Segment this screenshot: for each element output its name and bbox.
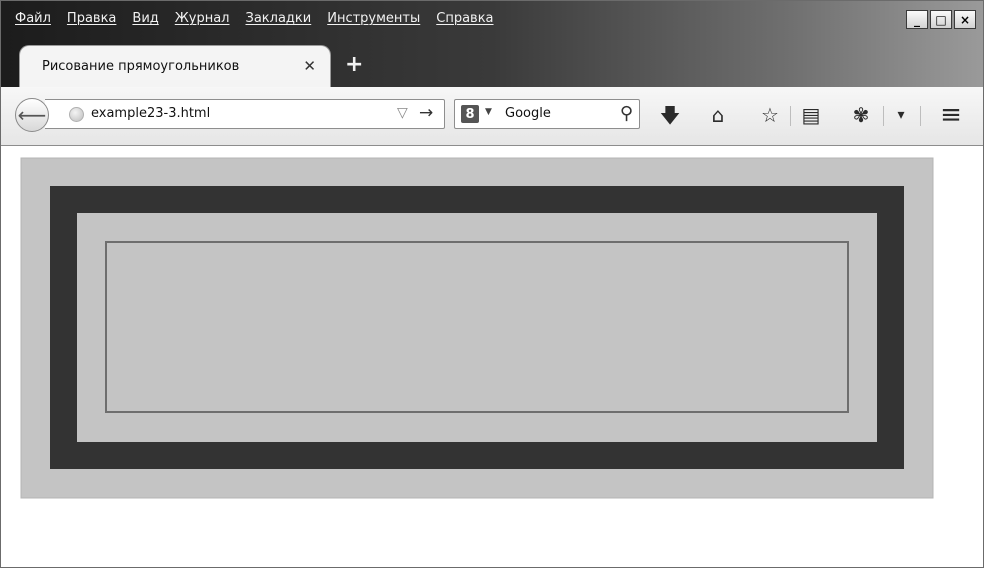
search-bar[interactable]: 8 ▼ Google ⚲ bbox=[454, 99, 640, 129]
menu-tools[interactable]: Инструменты bbox=[319, 9, 428, 29]
search-input[interactable]: Google bbox=[505, 106, 551, 121]
toolbar-separator bbox=[920, 106, 921, 126]
search-magnifier-icon[interactable]: ⚲ bbox=[620, 103, 633, 124]
tab-active[interactable]: Рисование прямоугольников ✕ bbox=[19, 45, 331, 87]
search-engine-icon[interactable]: 8 bbox=[461, 105, 479, 123]
back-button[interactable]: ⟵ bbox=[15, 98, 49, 132]
drawing-canvas bbox=[20, 157, 934, 499]
globe-icon bbox=[69, 107, 84, 122]
addon-icon[interactable]: ✾ bbox=[847, 103, 875, 127]
menu-history[interactable]: Журнал bbox=[167, 9, 238, 29]
close-window-button[interactable]: × bbox=[954, 10, 976, 29]
home-icon[interactable]: ⌂ bbox=[704, 103, 732, 127]
navigation-toolbar: example23-3.html ▽ → ⟵ 8 ▼ Google ⚲ 🡇 ⌂ … bbox=[1, 87, 983, 146]
menu-file[interactable]: Файл bbox=[7, 9, 59, 29]
maximize-button[interactable]: □ bbox=[930, 10, 952, 29]
menu-view[interactable]: Вид bbox=[124, 9, 166, 29]
tab-title: Рисование прямоугольников bbox=[42, 59, 240, 74]
star-icon[interactable]: ☆ bbox=[756, 103, 784, 127]
search-engine-dropdown-icon[interactable]: ▼ bbox=[485, 107, 492, 117]
bookmarks-list-icon[interactable]: ▤ bbox=[797, 103, 825, 127]
menu-bookmarks[interactable]: Закладки bbox=[238, 9, 320, 29]
back-arrow-icon: ⟵ bbox=[17, 103, 47, 127]
minimize-button[interactable]: _ bbox=[906, 10, 928, 29]
page-content bbox=[1, 146, 983, 567]
url-bar[interactable]: example23-3.html ▽ → bbox=[45, 99, 445, 129]
window-controls: _ □ × bbox=[906, 10, 976, 29]
hamburger-menu-icon[interactable]: ≡ bbox=[937, 102, 965, 128]
title-bar: Файл Правка Вид Журнал Закладки Инструме… bbox=[1, 1, 983, 87]
url-history-dropdown-icon[interactable]: ▽ bbox=[397, 105, 408, 121]
new-tab-button[interactable]: + bbox=[345, 53, 363, 77]
go-arrow-icon[interactable]: → bbox=[419, 103, 433, 123]
middle-filled-rectangle bbox=[77, 213, 877, 442]
tab-close-icon[interactable]: ✕ bbox=[303, 57, 316, 75]
menu-bar: Файл Правка Вид Журнал Закладки Инструме… bbox=[7, 9, 502, 29]
menu-help[interactable]: Справка bbox=[428, 9, 501, 29]
menu-edit[interactable]: Правка bbox=[59, 9, 124, 29]
toolbar-separator bbox=[790, 106, 791, 126]
browser-window: Файл Правка Вид Журнал Закладки Инструме… bbox=[0, 0, 984, 568]
url-text[interactable]: example23-3.html bbox=[91, 106, 210, 121]
addon-dropdown-icon[interactable]: ▾ bbox=[887, 103, 915, 127]
download-icon[interactable]: 🡇 bbox=[656, 103, 684, 127]
toolbar-separator bbox=[883, 106, 884, 126]
